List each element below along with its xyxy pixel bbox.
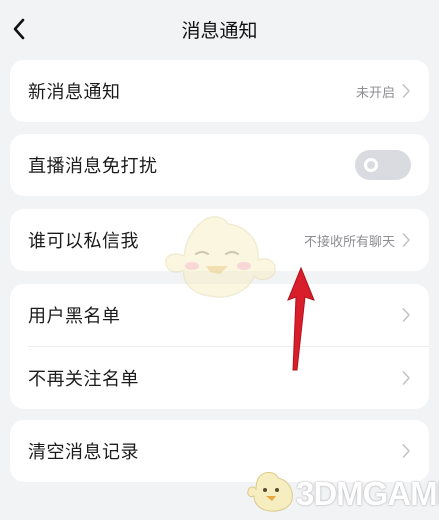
chevron-right-icon bbox=[402, 444, 410, 458]
who-can-dm-row[interactable]: 谁可以私信我 不接收所有聊天 bbox=[10, 209, 429, 271]
who-can-dm-card: 谁可以私信我 不接收所有聊天 bbox=[10, 209, 429, 271]
chevron-right-icon bbox=[402, 371, 410, 385]
chevron-right-icon bbox=[402, 84, 410, 98]
lists-card: 用户黑名单 不再关注名单 bbox=[10, 284, 429, 409]
live-dnd-card: 直播消息免打扰 bbox=[10, 134, 429, 196]
live-dnd-row: 直播消息免打扰 bbox=[10, 134, 429, 196]
who-can-dm-value: 不接收所有聊天 bbox=[303, 234, 395, 250]
unfollowed-list-label: 不再关注名单 bbox=[28, 369, 139, 390]
blacklist-row[interactable]: 用户黑名单 bbox=[10, 284, 429, 346]
clear-history-card: 清空消息记录 bbox=[10, 420, 429, 482]
new-message-card: 新消息通知 未开启 bbox=[10, 60, 429, 122]
live-dnd-toggle[interactable] bbox=[355, 150, 411, 180]
new-message-notification-label: 新消息通知 bbox=[28, 82, 121, 103]
live-dnd-label: 直播消息免打扰 bbox=[28, 156, 158, 177]
new-message-notification-row[interactable]: 新消息通知 未开启 bbox=[10, 60, 429, 122]
header-bar: 消息通知 bbox=[0, 0, 439, 60]
page-title: 消息通知 bbox=[181, 20, 258, 42]
new-message-notification-status: 未开启 bbox=[355, 85, 395, 101]
chevron-right-icon bbox=[402, 308, 410, 322]
blacklist-label: 用户黑名单 bbox=[28, 306, 121, 327]
toggle-knob bbox=[364, 158, 378, 172]
clear-history-label: 清空消息记录 bbox=[28, 442, 139, 463]
who-can-dm-label: 谁可以私信我 bbox=[28, 231, 139, 252]
watermark-text: 3DMGAME bbox=[296, 475, 439, 512]
chevron-right-icon bbox=[402, 233, 410, 247]
clear-history-row[interactable]: 清空消息记录 bbox=[10, 420, 429, 482]
unfollowed-list-row[interactable]: 不再关注名单 bbox=[10, 347, 429, 409]
